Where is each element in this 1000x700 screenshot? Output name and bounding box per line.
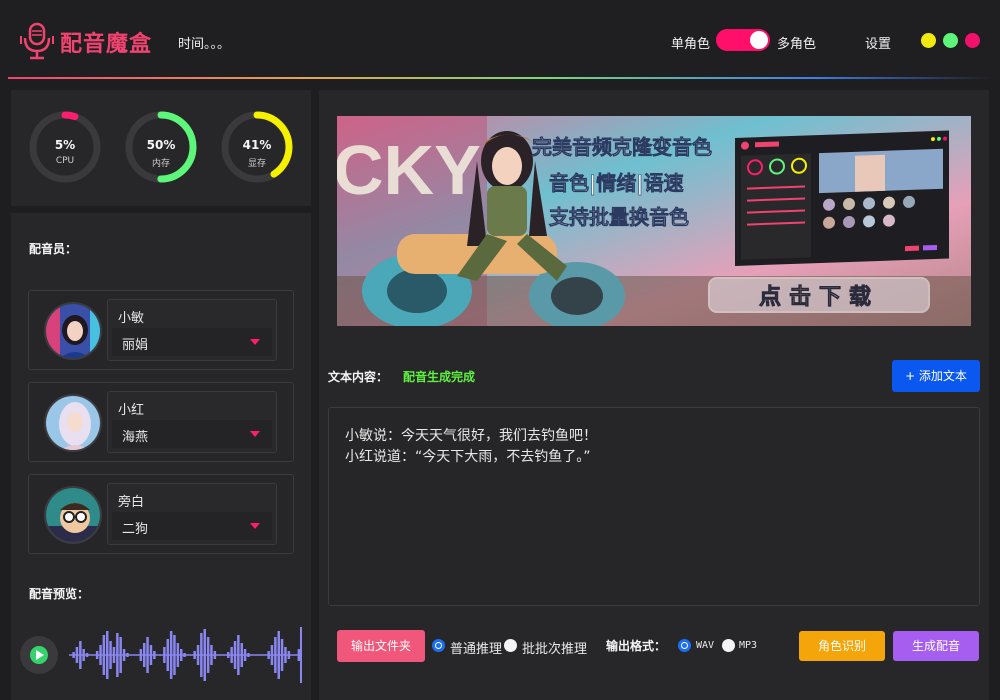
output-folder-button[interactable]: 输出文件夹 — [337, 630, 425, 662]
minimize-button[interactable] — [921, 33, 936, 48]
memory-percent: 50% — [146, 138, 176, 152]
settings-button[interactable]: 设置 — [865, 33, 891, 52]
actor-name: 小敏 — [118, 311, 145, 326]
avatar[interactable] — [44, 486, 102, 544]
text-content-label: 文本内容： — [328, 370, 389, 384]
caret-down-icon — [250, 339, 260, 345]
maximize-button[interactable] — [943, 33, 958, 48]
voice-select-value: 海燕 — [122, 430, 149, 445]
actor-settings: 小红 海燕 — [107, 391, 277, 453]
voice-select[interactable]: 丽娟 — [112, 328, 272, 356]
avatar[interactable] — [44, 302, 102, 360]
header-divider — [8, 77, 992, 79]
app-title: 配音魔盒 — [60, 32, 153, 57]
single-role-label: 单角色 — [671, 37, 711, 52]
toggle-knob — [750, 31, 768, 49]
voice-select-value: 丽娟 — [122, 338, 149, 353]
actor-settings: 小敏 丽娟 — [107, 299, 277, 361]
app-header: 配音魔盒 时间。。。 单角色 多角色 设置 — [0, 0, 1000, 80]
add-text-button[interactable]: + 添加文本 — [892, 360, 980, 392]
microphone-logo-icon — [20, 22, 54, 60]
close-button[interactable] — [965, 33, 980, 48]
mp3-radio[interactable] — [722, 639, 735, 652]
caret-down-icon — [250, 431, 260, 437]
banner-line1: 完美音频克隆变音色 — [532, 135, 712, 159]
batch-inference-radio[interactable] — [504, 639, 517, 652]
voice-actor-title: 配音员： — [29, 242, 78, 256]
actor-settings: 旁白 二狗 — [107, 483, 277, 545]
wav-radio[interactable] — [678, 639, 691, 652]
voice-select-value: 二狗 — [122, 522, 149, 537]
promo-banner[interactable]: CKY 完美音频克隆变音色 音色|情绪|语速 支持批量换音色 点击下载 — [337, 116, 971, 326]
role-detect-button[interactable]: 角色识别 — [799, 631, 885, 661]
wav-label[interactable]: WAV — [696, 640, 714, 651]
voice-actor-panel: 配音员： 小敏 丽娟 小红 海燕 旁白 二狗 配音预览： — [11, 213, 311, 700]
normal-inference-label[interactable]: 普通推理 — [450, 638, 502, 657]
generate-button[interactable]: 生成配音 — [893, 631, 979, 661]
main-panel: CKY 完美音频克隆变音色 音色|情绪|语速 支持批量换音色 点击下载 文本内容… — [319, 90, 989, 700]
status-text: 配音生成完成 — [403, 370, 476, 384]
memory-label: 内存 — [151, 159, 170, 169]
caret-down-icon — [250, 523, 260, 529]
actor-name: 旁白 — [118, 495, 145, 510]
time-label: 时间。。。 — [178, 37, 231, 52]
actor-card: 小敏 丽娟 — [28, 290, 294, 370]
normal-inference-radio[interactable] — [432, 639, 445, 652]
text-line: 小红说道：“今天下大雨，不去钓鱼了。” — [345, 449, 591, 465]
actor-card: 小红 海燕 — [28, 382, 294, 462]
text-line: 小敏说：今天天气很好，我们去钓鱼吧！ — [345, 428, 597, 444]
banner-line3: 支持批量换音色 — [549, 205, 689, 229]
vram-percent: 41% — [242, 138, 272, 152]
vram-gauge: 41% 显存 — [220, 110, 294, 184]
multi-role-label: 多角色 — [777, 37, 817, 52]
voice-select[interactable]: 海燕 — [112, 420, 272, 448]
mp3-label[interactable]: MP3 — [739, 640, 757, 651]
play-button[interactable] — [20, 636, 58, 674]
memory-gauge: 50% 内存 — [124, 110, 198, 184]
avatar[interactable] — [44, 394, 102, 452]
svg-text:CKY: CKY — [337, 131, 481, 209]
preview-title: 配音预览： — [29, 587, 90, 601]
banner-line2: 音色|情绪|语速 — [549, 171, 684, 195]
cpu-label: CPU — [55, 156, 75, 166]
actor-card: 旁白 二狗 — [28, 474, 294, 554]
cpu-gauge: 5% CPU — [28, 110, 102, 184]
cpu-percent: 5% — [54, 138, 76, 152]
system-stats-panel: 5% CPU 50% 内存 41% 显存 — [11, 90, 311, 206]
play-icon — [30, 646, 48, 664]
voice-select[interactable]: 二狗 — [112, 512, 272, 540]
download-label[interactable]: 点击下载 — [759, 284, 879, 311]
vram-label: 显存 — [247, 159, 266, 169]
actor-name: 小红 — [118, 403, 145, 418]
output-format-label: 输出格式： — [606, 639, 667, 653]
role-mode-toggle[interactable] — [716, 29, 770, 51]
audio-waveform[interactable] — [69, 627, 305, 683]
text-content-area[interactable]: 小敏说：今天天气很好，我们去钓鱼吧！ 小红说道：“今天下大雨，不去钓鱼了。” — [328, 407, 980, 606]
batch-inference-label[interactable]: 批批次推理 — [522, 638, 587, 657]
